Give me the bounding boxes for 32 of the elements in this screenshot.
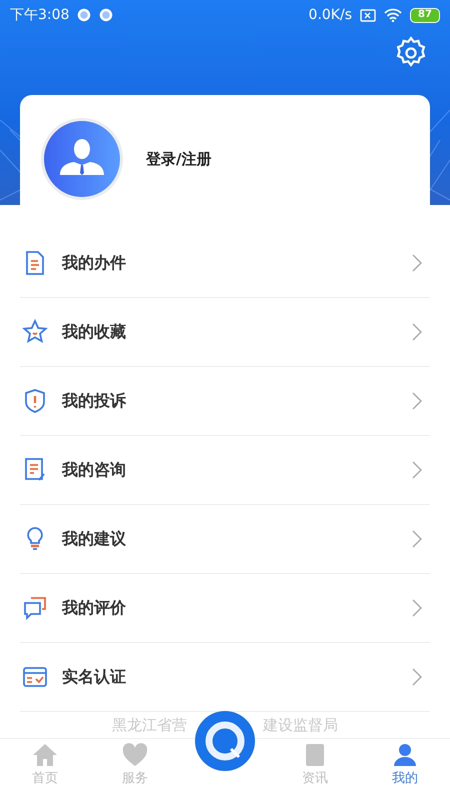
chevron-right-icon [412, 392, 422, 410]
nav-tab[interactable]: 我的 [360, 739, 450, 800]
star-icon [22, 319, 48, 345]
network-speed: 0.0K/s [308, 7, 352, 23]
chevron-right-icon [412, 668, 422, 686]
sim-card-icon [360, 8, 376, 22]
battery-level: 87 [410, 8, 440, 22]
settings-icon[interactable] [394, 36, 428, 70]
id-card-icon [22, 664, 48, 690]
heart-icon [122, 743, 148, 767]
chevron-right-icon [412, 254, 422, 272]
menu-item[interactable]: 我的收藏 [20, 298, 430, 367]
chevron-right-icon [412, 530, 422, 548]
notification-icon [77, 8, 92, 22]
menu-item[interactable]: 我的评价 [20, 574, 430, 643]
person-icon [392, 743, 418, 767]
avatar-icon[interactable] [40, 117, 124, 201]
chat-icon [22, 595, 48, 621]
home-icon [32, 743, 58, 767]
status-time: 下午3:08 [10, 6, 70, 24]
wifi-icon [384, 8, 402, 22]
menu-item[interactable]: 我的建议 [20, 505, 430, 574]
login-register-link[interactable]: 登录/注册 [146, 150, 212, 168]
menu-item[interactable]: 我的投诉 [20, 367, 430, 436]
chevron-right-icon [412, 599, 422, 617]
chevron-right-icon [412, 323, 422, 341]
notification-icon [99, 8, 114, 22]
menu-item[interactable]: 我的办件 [20, 229, 430, 298]
shield-icon [22, 388, 48, 414]
menu-item[interactable]: 我的咨询 [20, 436, 430, 505]
chevron-right-icon [412, 461, 422, 479]
menu-item[interactable]: 实名认证 [20, 643, 430, 712]
